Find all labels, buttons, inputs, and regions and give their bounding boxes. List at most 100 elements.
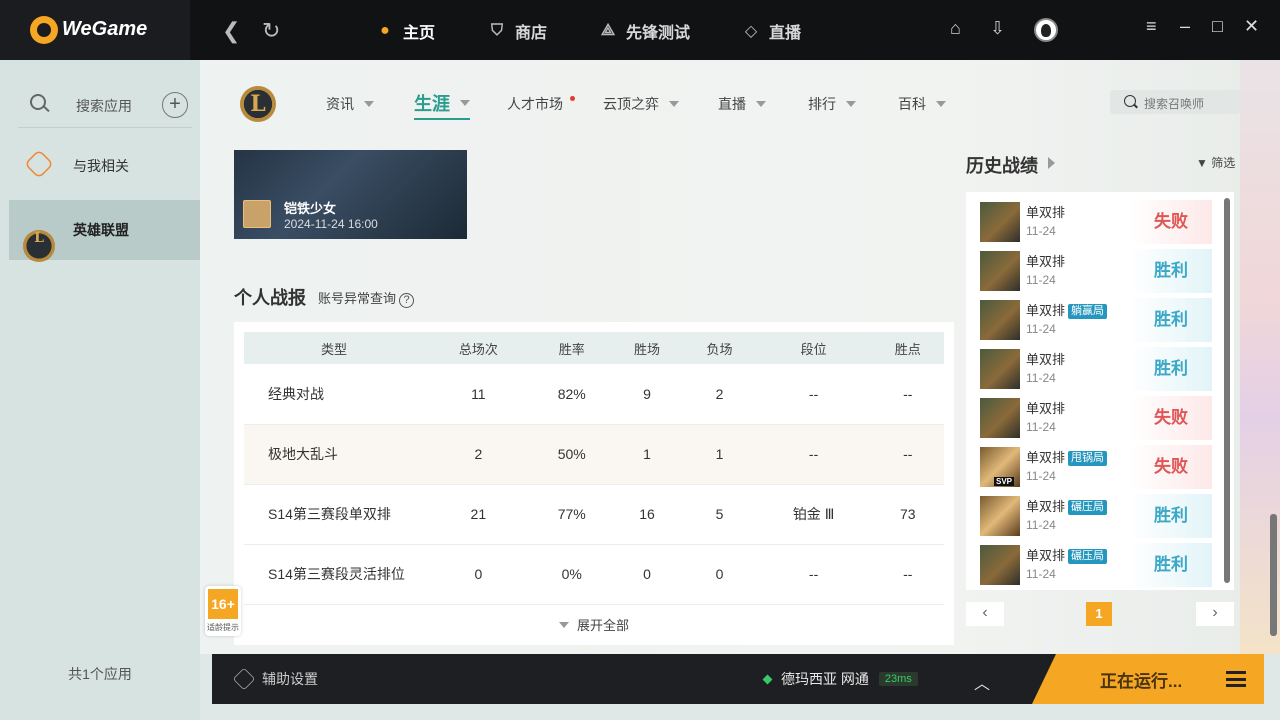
chevron-up-icon[interactable]: ︿ <box>974 670 990 694</box>
brand-name: WeGame <box>62 18 148 40</box>
column-header: 胜率 <box>532 332 611 364</box>
match-item[interactable]: 单双排 11-24 胜利 <box>978 249 1212 293</box>
subnav-label: 云顶之弈 <box>603 96 659 112</box>
brand-area: WeGame <box>0 0 190 60</box>
table-cell: 极地大乱斗 <box>244 424 424 485</box>
match-result: 胜利 <box>1130 298 1212 342</box>
chevron-right-icon[interactable] <box>1048 157 1055 169</box>
assist-settings-label: 辅助设置 <box>262 671 318 687</box>
table-cell: -- <box>871 424 944 485</box>
stats-table: 类型 总场次 胜率 胜场 负场 段位 胜点 经典对战 11 82% 9 2 -- <box>234 322 954 645</box>
download-icon[interactable]: ⇩ <box>990 18 1005 39</box>
match-item[interactable]: 单双排 碾压局 11-24 胜利 <box>978 494 1212 538</box>
current-page[interactable]: 1 <box>1086 602 1112 626</box>
menu-icon[interactable]: ≡ <box>1146 16 1157 37</box>
table-cell: S14第三赛段灵活排位 <box>244 544 424 605</box>
refresh-icon[interactable]: ↻ <box>262 18 280 44</box>
topnav-home[interactable]: ● 主页 <box>374 19 435 43</box>
sidebar-item-lol[interactable]: 英雄联盟 <box>9 200 200 262</box>
related-to-me-icon <box>24 149 54 179</box>
match-mode-label: 单双排 <box>1026 303 1066 318</box>
subnav-career[interactable]: 生涯 <box>414 90 470 120</box>
table-cell: 2 <box>424 424 533 485</box>
subnav-talent-market[interactable]: 人才市场 <box>507 94 575 114</box>
close-icon[interactable]: ✕ <box>1244 16 1259 37</box>
history-title[interactable]: 历史战绩 <box>966 152 1038 178</box>
match-item[interactable]: 单双排 躺赢局 11-24 胜利 <box>978 298 1212 342</box>
match-mode: 单双排 <box>1026 398 1065 417</box>
match-mode-label: 单双排 <box>1026 254 1066 269</box>
match-tag: 甩锅局 <box>1068 451 1108 466</box>
ping-badge: 23ms <box>878 672 918 686</box>
minimize-icon[interactable]: – <box>1180 16 1190 37</box>
next-page-button[interactable]: › <box>1196 602 1234 626</box>
match-date: 11-24 <box>1026 469 1056 483</box>
champion-avatar <box>980 300 1020 340</box>
match-result: 胜利 <box>1130 494 1212 538</box>
match-mode: 单双排 甩锅局 <box>1026 447 1108 466</box>
column-header: 类型 <box>244 332 424 364</box>
match-result: 失败 <box>1130 445 1212 489</box>
home-icon: ● <box>380 22 390 39</box>
account-abnormal-link[interactable]: 账号异常查询? <box>318 288 415 308</box>
back-arrow-icon[interactable]: ❮ <box>222 18 240 44</box>
personal-report-title: 个人战报 <box>234 288 306 308</box>
prev-page-button[interactable]: ‹ <box>966 602 1004 626</box>
topnav-store[interactable]: ⛉ 商店 <box>486 19 547 43</box>
subnav-rank[interactable]: 排行 <box>808 94 856 114</box>
subnav-news[interactable]: 资讯 <box>326 94 374 114</box>
filter-button[interactable]: ▼ 筛选 <box>1196 154 1235 171</box>
running-button[interactable]: 正在运行... <box>1032 654 1264 704</box>
subnav-label: 人才市场 <box>507 96 563 112</box>
subnav-tft[interactable]: 云顶之弈 <box>603 94 679 114</box>
match-date: 11-24 <box>1026 518 1056 532</box>
server-name: 德玛西亚 网通 <box>781 671 869 687</box>
table-cell: 0% <box>532 544 611 605</box>
match-mode-label: 单双排 <box>1026 499 1066 514</box>
match-item[interactable]: 单双排 11-24 胜利 <box>978 347 1212 391</box>
chevron-down-icon <box>558 621 569 628</box>
video-date: 2024-11-24 16:00 <box>284 217 378 231</box>
chevron-down-icon <box>460 100 470 106</box>
champion-avatar <box>980 202 1020 242</box>
video-title: 铠铁少女 <box>284 201 337 216</box>
history-scrollbar[interactable] <box>1224 198 1230 583</box>
match-item[interactable]: 单双排 11-24 失败 <box>978 396 1212 440</box>
match-date: 11-24 <box>1026 224 1056 238</box>
app-search[interactable]: 搜索应用 + <box>18 90 192 128</box>
assist-settings-button[interactable]: 辅助设置 <box>232 667 318 691</box>
match-date: 11-24 <box>1026 371 1056 385</box>
chevron-down-icon <box>756 101 766 107</box>
app-search-label: 搜索应用 <box>76 98 132 114</box>
main-scrollbar[interactable] <box>1270 514 1277 636</box>
match-result: 失败 <box>1130 396 1212 440</box>
bottom-bar: 辅助设置 德玛西亚 网通 23ms ︿ 正在运行... <box>212 654 1264 704</box>
topnav-pioneer-label: 先锋测试 <box>626 25 691 42</box>
subnav-wiki[interactable]: 百科 <box>898 94 946 114</box>
mailbox-icon[interactable]: ⌂ <box>950 18 961 39</box>
add-app-button[interactable]: + <box>162 92 188 118</box>
user-avatar[interactable] <box>1034 18 1058 42</box>
match-item[interactable]: 单双排 碾压局 11-24 胜利 <box>978 543 1212 587</box>
help-icon[interactable]: ? <box>399 293 415 308</box>
maximize-icon[interactable]: □ <box>1212 16 1223 37</box>
table-cell: -- <box>871 364 944 425</box>
video-card[interactable]: 铠铁少女 2024-11-24 16:00 <box>234 150 467 239</box>
summoner-search-input[interactable]: 搜索召唤师 <box>1110 90 1240 114</box>
table-cell: 0 <box>683 544 756 605</box>
subnav-live[interactable]: 直播 <box>718 94 766 114</box>
topnav-pioneer[interactable]: ⟁ 先锋测试 <box>597 19 690 43</box>
topnav-live[interactable]: ◇ 直播 <box>740 19 801 43</box>
match-mode: 单双排 碾压局 <box>1026 545 1108 564</box>
table-cell: 21 <box>424 484 533 545</box>
match-item[interactable]: 单双排 11-24 失败 <box>978 200 1212 244</box>
main-content: 资讯 生涯 人才市场 云顶之弈 直播 排行 百科 搜索召唤师 铠铁少女 2024… <box>200 60 1280 654</box>
sidebar-item-label: 英雄联盟 <box>73 222 129 238</box>
pioneer-test-icon: ⟁ <box>600 22 616 39</box>
match-item[interactable]: SVP 单双排 甩锅局 11-24 失败 <box>978 445 1212 489</box>
hamburger-menu-icon[interactable] <box>1226 671 1246 687</box>
sidebar-item-related[interactable]: 与我相关 <box>9 136 200 196</box>
expand-all-button[interactable]: 展开全部 <box>244 605 944 645</box>
server-selector[interactable]: 德玛西亚 网通 23ms <box>762 669 918 689</box>
lol-game-logo-icon[interactable] <box>240 86 276 122</box>
